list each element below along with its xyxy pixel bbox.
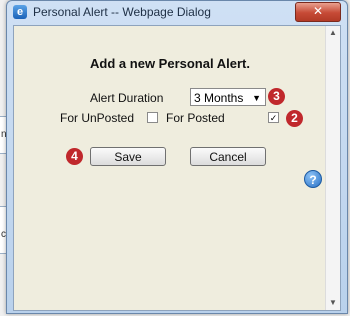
vertical-scrollbar[interactable]: ▲ ▼ (325, 26, 340, 310)
alert-duration-value: 3 Months (194, 91, 244, 105)
help-icon[interactable]: ? (304, 170, 322, 188)
for-unposted-label: For UnPosted (60, 111, 135, 125)
chevron-down-icon: ▼ (252, 93, 261, 103)
close-button[interactable]: ✕ (295, 2, 341, 22)
alert-duration-label: Alert Duration (90, 91, 164, 105)
dialog-content: Add a new Personal Alert. Alert Duration… (13, 25, 341, 311)
dialog-heading: Add a new Personal Alert. (90, 56, 250, 71)
annotation-badge-3: 3 (268, 88, 285, 105)
scroll-up-arrow-icon[interactable]: ▲ (326, 26, 340, 40)
title-bar[interactable]: e Personal Alert -- Webpage Dialog ✕ (7, 1, 347, 23)
annotation-badge-4: 4 (66, 148, 83, 165)
ie-icon: e (13, 5, 27, 19)
dialog-window: e Personal Alert -- Webpage Dialog ✕ Add… (6, 0, 348, 314)
window-title: Personal Alert -- Webpage Dialog (33, 5, 211, 19)
annotation-badge-2: 2 (286, 110, 303, 127)
alert-duration-select[interactable]: 3 Months ▼ (190, 88, 266, 106)
cancel-button[interactable]: Cancel (190, 147, 266, 166)
for-posted-checkbox[interactable]: ✓ (268, 112, 279, 123)
for-posted-label: For Posted (166, 111, 225, 125)
for-unposted-checkbox[interactable] (147, 112, 158, 123)
scroll-down-arrow-icon[interactable]: ▼ (326, 296, 340, 310)
save-button[interactable]: Save (90, 147, 166, 166)
